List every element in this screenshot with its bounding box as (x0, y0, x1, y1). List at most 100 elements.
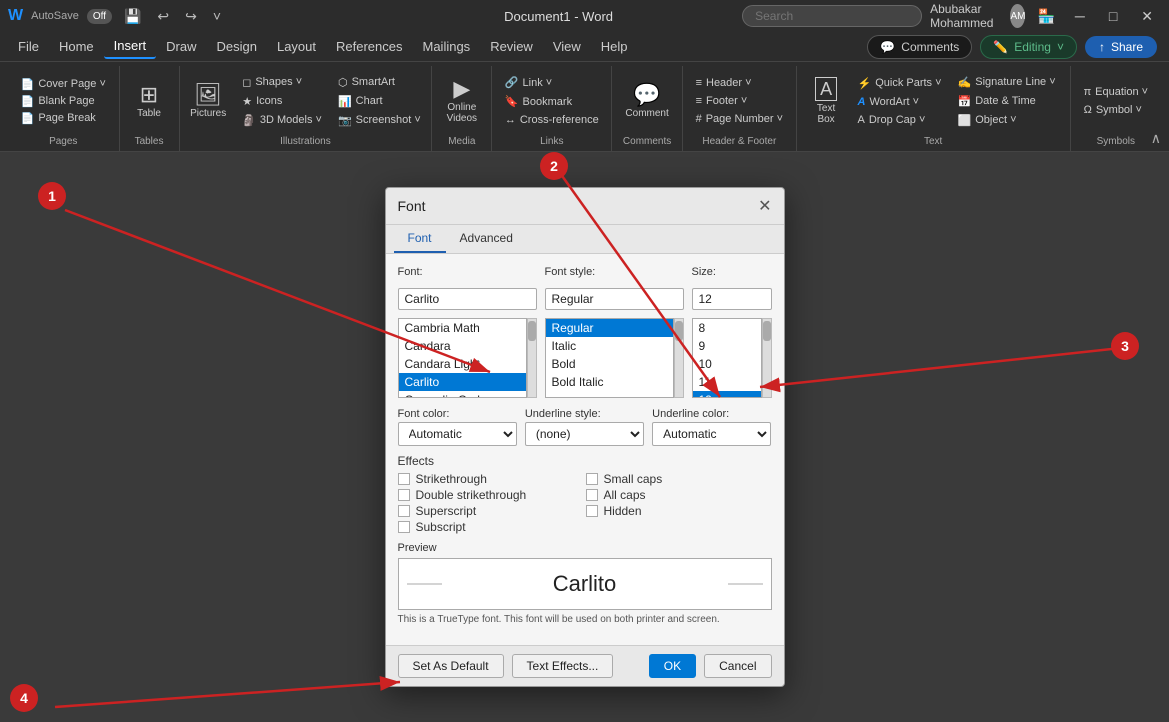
footer-button[interactable]: ≡ Footer ˅ (690, 93, 789, 109)
save-icon[interactable]: 💾 (120, 8, 145, 25)
menu-mailings[interactable]: Mailings (413, 35, 481, 58)
editing-button[interactable]: ✏️ Editing ˅ (980, 35, 1077, 59)
menu-review[interactable]: Review (480, 35, 543, 58)
tab-font[interactable]: Font (394, 225, 446, 253)
font-list-scrollbar[interactable] (527, 318, 537, 398)
menu-help[interactable]: Help (591, 35, 638, 58)
share-button[interactable]: ↑ Share (1085, 36, 1157, 58)
online-videos-button[interactable]: ▶ OnlineVideos (441, 74, 483, 128)
comment-button[interactable]: 💬 Comment (619, 80, 674, 123)
page-break-button[interactable]: 📄 Page Break (15, 110, 112, 127)
more-actions-icon[interactable]: ˅ (209, 8, 225, 24)
font-list-item[interactable]: Candara (399, 337, 526, 355)
ribbon-group-illustrations: 🖼 Pictures ◻ Shapes ˅ ★ Icons 🗿 3D Model… (180, 66, 433, 151)
icons-button[interactable]: ★ Icons (236, 93, 328, 110)
effect-hidden: Hidden (586, 504, 772, 518)
object-button[interactable]: ⬜ Object ˅ (952, 112, 1062, 129)
wordart-button[interactable]: A WordArt ˅ (852, 94, 948, 110)
link-button[interactable]: 🔗 Link ˅ (499, 74, 605, 91)
size-list[interactable]: 8 9 10 11 12 (692, 318, 762, 398)
font-list-item[interactable]: Candara Light (399, 355, 526, 373)
font-color-select[interactable]: Automatic (398, 422, 517, 446)
text-effects-button[interactable]: Text Effects... (512, 654, 614, 678)
superscript-checkbox[interactable] (398, 505, 410, 517)
screenshot-button[interactable]: 📷 Screenshot ˅ (332, 112, 427, 129)
pictures-button[interactable]: 🖼 Pictures (184, 80, 232, 123)
style-list-item[interactable]: Regular (546, 319, 673, 337)
menu-draw[interactable]: Draw (156, 35, 206, 58)
menu-insert[interactable]: Insert (104, 34, 157, 59)
style-list-item[interactable]: Italic (546, 337, 673, 355)
style-list-item[interactable]: Bold Italic (546, 373, 673, 391)
page-number-icon: # (696, 113, 702, 125)
ribbon-collapse-button[interactable]: ∧ (1151, 130, 1161, 147)
restore-button[interactable]: □ (1101, 8, 1125, 24)
chart-button[interactable]: 📊 Chart (332, 93, 427, 110)
style-list[interactable]: Regular Italic Bold Bold Italic (545, 318, 674, 398)
all-caps-checkbox[interactable] (586, 489, 598, 501)
cover-page-button[interactable]: 📄 Cover Page ˅ (15, 76, 112, 93)
style-list-scrollbar[interactable] (674, 318, 684, 398)
underline-style-select[interactable]: (none) (525, 422, 644, 446)
underline-color-select[interactable]: Automatic (652, 422, 771, 446)
hidden-checkbox[interactable] (586, 505, 598, 517)
menu-view[interactable]: View (543, 35, 591, 58)
menu-layout[interactable]: Layout (267, 35, 326, 58)
menu-design[interactable]: Design (207, 35, 267, 58)
shapes-button[interactable]: ◻ Shapes ˅ (236, 74, 328, 91)
style-list-item[interactable]: Bold (546, 355, 673, 373)
comments-button[interactable]: 💬 Comments (867, 35, 972, 59)
search-input[interactable] (742, 5, 922, 27)
page-number-button[interactable]: # Page Number ˅ (690, 111, 789, 127)
date-time-button[interactable]: 📅 Date & Time (952, 93, 1062, 110)
header-button[interactable]: ≡ Header ˅ (690, 75, 789, 91)
ok-button[interactable]: OK (649, 654, 696, 678)
minimize-button[interactable]: ─ (1067, 8, 1093, 24)
signature-line-button[interactable]: ✍ Signature Line ˅ (952, 74, 1062, 91)
cross-reference-button[interactable]: ↔ Cross-reference (499, 112, 605, 128)
set-as-default-button[interactable]: Set As Default (398, 654, 504, 678)
menu-file[interactable]: File (8, 35, 49, 58)
font-list[interactable]: Cambria Math Candara Candara Light Carli… (398, 318, 527, 398)
size-list-scrollbar[interactable] (762, 318, 772, 398)
cancel-button[interactable]: Cancel (704, 654, 771, 678)
text-box-button[interactable]: A Text Box (805, 73, 848, 129)
menu-references[interactable]: References (326, 35, 412, 58)
style-input[interactable] (545, 288, 684, 310)
store-icon[interactable]: 🏪 (1033, 8, 1058, 25)
size-input[interactable] (692, 288, 772, 310)
size-list-item[interactable]: 8 (693, 319, 761, 337)
table-button[interactable]: ⊞ Table (129, 80, 169, 123)
smartart-button[interactable]: ⬡ SmartArt (332, 74, 427, 91)
quick-parts-button[interactable]: ⚡ Quick Parts ˅ (852, 75, 948, 92)
font-list-item[interactable]: Cambria Math (399, 319, 526, 337)
autosave-toggle[interactable]: Off (87, 9, 112, 24)
equation-button[interactable]: π Equation ˅ (1078, 84, 1155, 100)
font-list-item[interactable]: Cascadia Code (399, 391, 526, 398)
bookmark-button[interactable]: 🔖 Bookmark (499, 93, 605, 110)
dialog-close-button[interactable]: ✕ (758, 196, 771, 216)
font-input[interactable] (398, 288, 537, 310)
strikethrough-checkbox[interactable] (398, 473, 410, 485)
symbol-button[interactable]: Ω Symbol ˅ (1078, 102, 1155, 118)
header-icon: ≡ (696, 77, 702, 89)
undo-icon[interactable]: ↩ (153, 8, 173, 25)
size-list-item-selected[interactable]: 12 (693, 391, 761, 398)
3d-models-button[interactable]: 🗿 3D Models ˅ (236, 112, 328, 129)
tab-advanced[interactable]: Advanced (446, 225, 527, 253)
subscript-checkbox[interactable] (398, 521, 410, 533)
size-list-item[interactable]: 10 (693, 355, 761, 373)
drop-cap-icon: A (858, 114, 865, 126)
size-list-item[interactable]: 11 (693, 373, 761, 391)
drop-cap-button[interactable]: A Drop Cap ˅ (852, 112, 948, 128)
effect-all-caps: All caps (586, 488, 772, 502)
small-caps-checkbox[interactable] (586, 473, 598, 485)
menu-home[interactable]: Home (49, 35, 104, 58)
close-button[interactable]: ✕ (1133, 8, 1161, 25)
size-list-item[interactable]: 9 (693, 337, 761, 355)
font-list-item-selected[interactable]: Carlito (399, 373, 526, 391)
icons-icon: ★ (242, 95, 252, 108)
double-strikethrough-checkbox[interactable] (398, 489, 410, 501)
redo-icon[interactable]: ↪ (181, 8, 201, 25)
blank-page-button[interactable]: 📄 Blank Page (15, 93, 112, 110)
